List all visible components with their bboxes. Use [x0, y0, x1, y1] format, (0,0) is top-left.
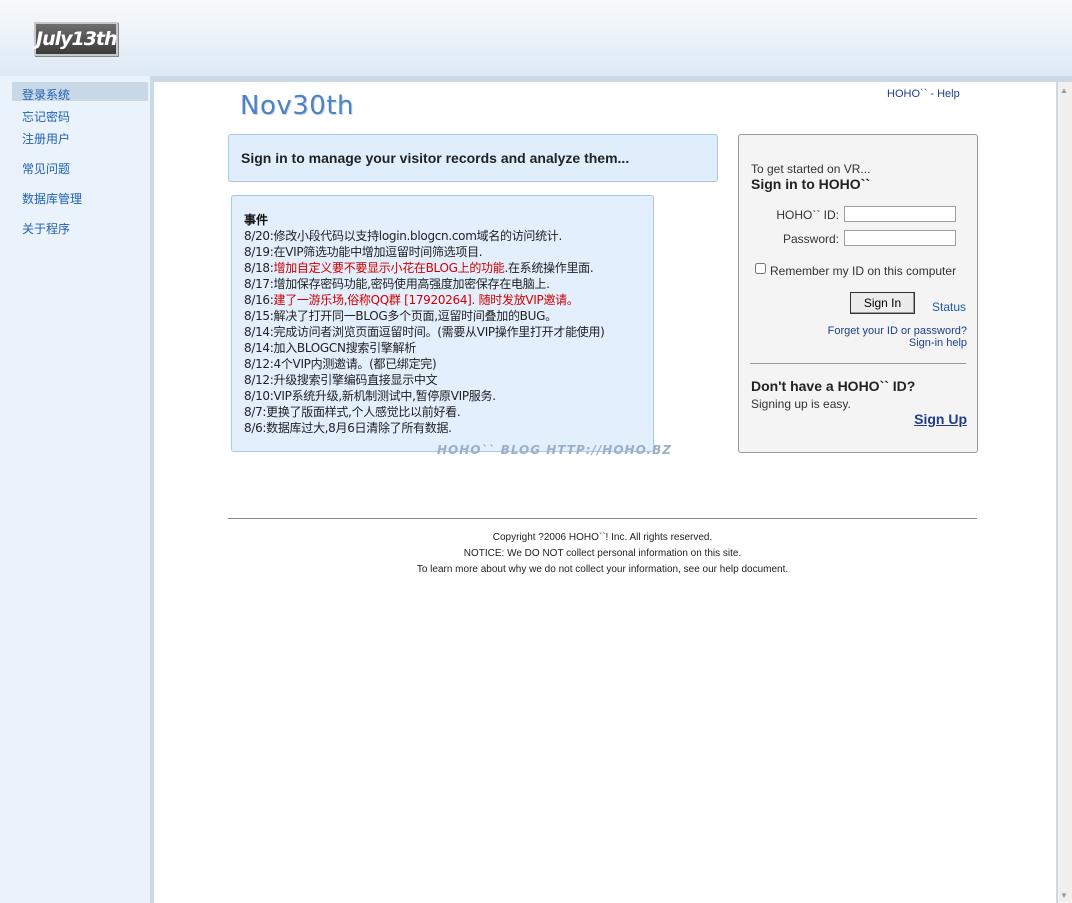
- news-item-text: 在VIP筛选功能中增加逗留时间筛选项目.: [273, 245, 483, 259]
- help-link[interactable]: HOHO`` - Help: [887, 88, 960, 100]
- vertical-scrollbar[interactable]: [1057, 82, 1072, 903]
- news-item-date: 8/12:: [244, 373, 274, 387]
- site-logo[interactable]: July13th: [34, 22, 118, 56]
- banner-text: Sign in to manage your visitor records a…: [241, 150, 630, 166]
- remember-me-label: Remember my ID on this computer: [770, 264, 957, 278]
- news-item: 8/14:完成访问者浏览页面逗留时间。(需要从VIP操作里打开才能使用): [244, 323, 605, 340]
- news-item: 8/15:解决了打开同一BLOG多个页面,逗留时间叠加的BUG。: [244, 307, 557, 324]
- news-item-date: 8/16:: [244, 293, 274, 307]
- sidebar-item-faq[interactable]: 常见问题: [22, 160, 70, 177]
- news-item-text: 更换了版面样式,个人感觉比以前好看.: [266, 405, 461, 419]
- news-panel: 事件 8/20:修改小段代码以支持login.blogcn.com域名的访问统计…: [231, 195, 654, 452]
- footer-notice: NOTICE: We DO NOT collect personal infor…: [463, 548, 742, 559]
- news-item-text: 修改小段代码以支持login.blogcn.com域名的访问统计.: [273, 229, 563, 243]
- news-item-date: 8/10:: [244, 389, 274, 403]
- sign-in-button[interactable]: Sign In: [850, 292, 915, 314]
- news-item: 8/12:4个VIP内测邀请。(都已绑定完): [244, 355, 437, 372]
- news-item: 8/18:增加自定义要不要显示小花在BLOG上的功能.在系统操作里面.: [244, 259, 594, 276]
- news-item-date: 8/15:: [244, 309, 274, 323]
- sign-in-help-link[interactable]: Sign-in help: [909, 337, 967, 349]
- password-input[interactable]: [844, 230, 956, 246]
- signin-divider: [750, 363, 966, 364]
- news-item-text: 完成访问者浏览页面逗留时间。(需要从VIP操作里打开才能使用): [273, 325, 605, 339]
- sidebar-item-register[interactable]: 注册用户: [22, 130, 70, 147]
- news-item: 8/12:升级搜索引擎编码直接显示中文: [244, 371, 438, 388]
- news-item: 8/14:加入BLOGCN搜索引擎解析: [244, 339, 416, 356]
- sidebar-item-database-admin[interactable]: 数据库管理: [22, 190, 82, 207]
- news-item-date: 8/14:: [244, 325, 274, 339]
- news-item-text: 4个VIP内测邀请。(都已绑定完): [273, 357, 437, 371]
- news-item-date: 8/7:: [244, 405, 267, 419]
- footer-copyright: Copyright ?2006 HOHO``! Inc. All rights …: [492, 532, 713, 543]
- intro-banner: Sign in to manage your visitor records a…: [228, 134, 718, 182]
- forgot-password-link[interactable]: Forget your ID or password?: [828, 325, 967, 337]
- news-item: 8/20:修改小段代码以支持login.blogcn.com域名的访问统计.: [244, 227, 562, 244]
- footer-learn-more: To learn more about why we do not collec…: [416, 564, 789, 575]
- sign-up-link[interactable]: Sign Up: [914, 411, 967, 427]
- scroll-down-arrow-icon[interactable]: ▼: [1060, 891, 1068, 900]
- news-title: 事件: [244, 213, 269, 227]
- remember-me-checkbox[interactable]: [755, 263, 766, 274]
- news-item-date: 8/12:: [244, 357, 274, 371]
- news-item-text: 增加自定义要不要显示小花在BLOG上的功能: [273, 261, 505, 275]
- no-id-question: Don't have a HOHO`` ID?: [751, 378, 916, 394]
- news-item-date: 8/6:: [244, 421, 267, 435]
- news-item: 8/19:在VIP筛选功能中增加逗留时间筛选项目.: [244, 243, 483, 260]
- news-item: 8/16:建了一游乐场,俗称QQ群 [17920264]. 随时发放VIP邀请。: [244, 291, 579, 308]
- status-link[interactable]: Status: [932, 300, 966, 314]
- brand-title: Nov30th: [240, 91, 354, 121]
- news-item-text: 数据库过大,8月6日清除了所有数据.: [266, 421, 452, 435]
- news-item-date: 8/19:: [244, 245, 274, 259]
- news-item: 8/6:数据库过大,8月6日清除了所有数据.: [244, 419, 452, 436]
- sidebar-item-about[interactable]: 关于程序: [22, 220, 70, 237]
- sidebar-item-login[interactable]: 登录系统: [22, 86, 70, 103]
- signin-title: Sign in to HOHO``: [751, 176, 870, 192]
- signin-panel: To get started on VR... Sign in to HOHO`…: [738, 134, 978, 453]
- news-item-date: 8/18:: [244, 261, 274, 275]
- scroll-up-arrow-icon[interactable]: ▲: [1060, 86, 1068, 95]
- footer-divider: [228, 518, 977, 519]
- sidebar-item-forgot-password[interactable]: 忘记密码: [22, 108, 70, 125]
- news-item-text-rest: .在系统操作里面.: [504, 261, 594, 275]
- news-item-text: 解决了打开同一BLOG多个页面,逗留时间叠加的BUG。: [273, 309, 558, 323]
- news-item: 8/17:增加保存密码功能,密码使用高强度加密保存在电脑上.: [244, 275, 550, 292]
- news-item: 8/7:更换了版面样式,个人感觉比以前好看.: [244, 403, 461, 420]
- news-item: 8/10:VIP系统升级,新机制测试中,暂停原VIP服务.: [244, 387, 496, 404]
- news-item-date: 8/14:: [244, 341, 274, 355]
- signin-intro: To get started on VR...: [751, 162, 871, 176]
- id-label: HOHO`` ID:: [776, 208, 839, 222]
- top-header-bar: [0, 0, 1072, 76]
- id-input[interactable]: [844, 206, 956, 222]
- news-item-text: 升级搜索引擎编码直接显示中文: [273, 373, 438, 387]
- news-item-text: 加入BLOGCN搜索引擎解析: [273, 341, 417, 355]
- signup-easy-text: Signing up is easy.: [751, 397, 851, 411]
- news-item-text: 增加保存密码功能,密码使用高强度加密保存在电脑上.: [273, 277, 550, 291]
- news-item-date: 8/20:: [244, 229, 274, 243]
- news-item-date: 8/17:: [244, 277, 274, 291]
- password-label: Password:: [782, 232, 839, 246]
- news-item-text: 建了一游乐场,俗称QQ群 [17920264]. 随时发放VIP邀请。: [273, 293, 579, 307]
- blog-watermark: HOHO`` BLOG HTTP://HOHO.BZ: [437, 443, 672, 457]
- news-item-text: VIP系统升级,新机制测试中,暂停原VIP服务.: [273, 389, 497, 403]
